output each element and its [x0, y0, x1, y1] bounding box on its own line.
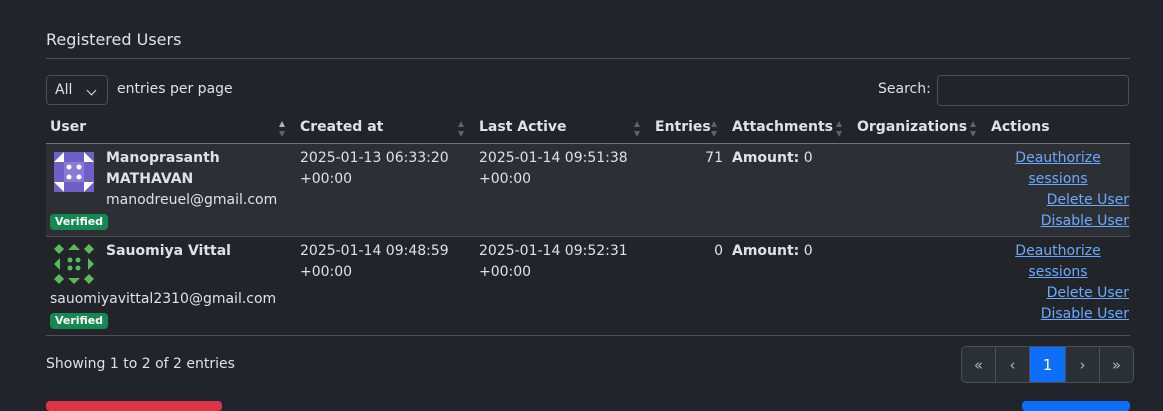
verified-badge: Verified — [50, 313, 109, 329]
deauthorize-line: Deauthorize — [1015, 243, 1101, 259]
last-active-timezone: +00:00 — [479, 171, 532, 187]
chevron-down-icon — [86, 85, 97, 96]
sessions-line: sessions — [1028, 264, 1088, 280]
sort-icon[interactable] — [634, 121, 641, 137]
title-divider — [46, 58, 1130, 59]
column-header-actions: Actions — [991, 119, 1050, 135]
search-label: Search: — [878, 81, 931, 97]
sort-icon[interactable] — [836, 121, 843, 137]
last-active-date: 2025-01-14 09:52:31 — [479, 243, 628, 259]
danger-button[interactable] — [46, 401, 222, 411]
primary-button[interactable] — [1022, 401, 1130, 411]
last-page-button[interactable]: » — [1100, 347, 1133, 382]
attachments-amount: Amount: 0 — [732, 148, 813, 169]
disable-user-link[interactable]: Disable User — [1000, 304, 1129, 325]
column-header-user[interactable]: User — [50, 119, 86, 135]
avatar — [54, 152, 94, 192]
disable-user-link[interactable]: Disable User — [1000, 211, 1129, 232]
first-page-button[interactable]: « — [962, 347, 996, 382]
entries-per-page-label: entries per page — [117, 81, 233, 97]
attachments-value: 0 — [803, 243, 813, 259]
last-active-date: 2025-01-14 09:51:38 — [479, 150, 628, 166]
search-input[interactable] — [937, 75, 1129, 106]
user-name-line: Manoprasanth — [106, 150, 220, 166]
delete-user-link[interactable]: Delete User — [1000, 190, 1129, 211]
created-timezone: +00:00 — [300, 171, 353, 187]
column-header-entries[interactable]: Entries — [655, 119, 711, 135]
created-date: 2025-01-14 09:48:59 — [300, 243, 449, 259]
verified-badge: Verified — [50, 214, 109, 230]
deauthorize-sessions-link[interactable]: Deauthorize sessions — [1000, 241, 1116, 283]
deauthorize-sessions-link[interactable]: Deauthorize sessions — [1000, 148, 1116, 190]
column-header-organizations[interactable]: Organizations — [857, 119, 967, 135]
user-email: sauomiyavittal2310@gmail.com — [50, 291, 277, 307]
deauthorize-line: Deauthorize — [1015, 150, 1101, 166]
table-info: Showing 1 to 2 of 2 entries — [46, 356, 235, 372]
sessions-line: sessions — [1028, 171, 1088, 187]
sort-icon[interactable] — [711, 121, 718, 137]
row-divider — [46, 335, 1130, 336]
sort-icon[interactable] — [458, 121, 465, 137]
row-divider — [46, 236, 1130, 237]
next-page-button[interactable]: › — [1066, 347, 1100, 382]
pagination: « ‹ 1 › » — [961, 346, 1134, 383]
delete-user-link[interactable]: Delete User — [1000, 283, 1129, 304]
entries-per-page-select[interactable]: All — [46, 75, 108, 105]
last-active: 2025-01-14 09:52:31 +00:00 — [479, 241, 628, 283]
user-name-line: MATHAVAN — [106, 171, 194, 187]
attachments-value: 0 — [803, 150, 813, 166]
created-timezone: +00:00 — [300, 264, 353, 280]
attachments-amount: Amount: 0 — [732, 241, 813, 262]
column-header-created-at[interactable]: Created at — [300, 119, 383, 135]
entries-count: 71 — [705, 150, 723, 166]
user-email: manodreuel@gmail.com — [106, 192, 278, 208]
created-at: 2025-01-13 06:33:20 +00:00 — [300, 148, 449, 190]
last-active: 2025-01-14 09:51:38 +00:00 — [479, 148, 628, 190]
column-header-last-active[interactable]: Last Active — [479, 119, 567, 135]
attachments-label: Amount: — [732, 150, 800, 166]
sort-icon[interactable] — [279, 121, 286, 137]
section-title: Registered Users — [46, 30, 182, 49]
sort-icon[interactable] — [970, 121, 977, 137]
avatar — [54, 244, 94, 284]
created-at: 2025-01-14 09:48:59 +00:00 — [300, 241, 449, 283]
attachments-label: Amount: — [732, 243, 800, 259]
entries-count: 0 — [714, 243, 723, 259]
entries-per-page-value: All — [55, 82, 73, 98]
last-active-timezone: +00:00 — [479, 264, 532, 280]
created-date: 2025-01-13 06:33:20 — [300, 150, 449, 166]
previous-page-button[interactable]: ‹ — [996, 347, 1030, 382]
user-name: Manoprasanth MATHAVAN — [106, 148, 220, 190]
page-1-button[interactable]: 1 — [1030, 347, 1066, 382]
user-name: Sauomiya Vittal — [106, 243, 231, 259]
column-header-attachments[interactable]: Attachments — [732, 119, 833, 135]
